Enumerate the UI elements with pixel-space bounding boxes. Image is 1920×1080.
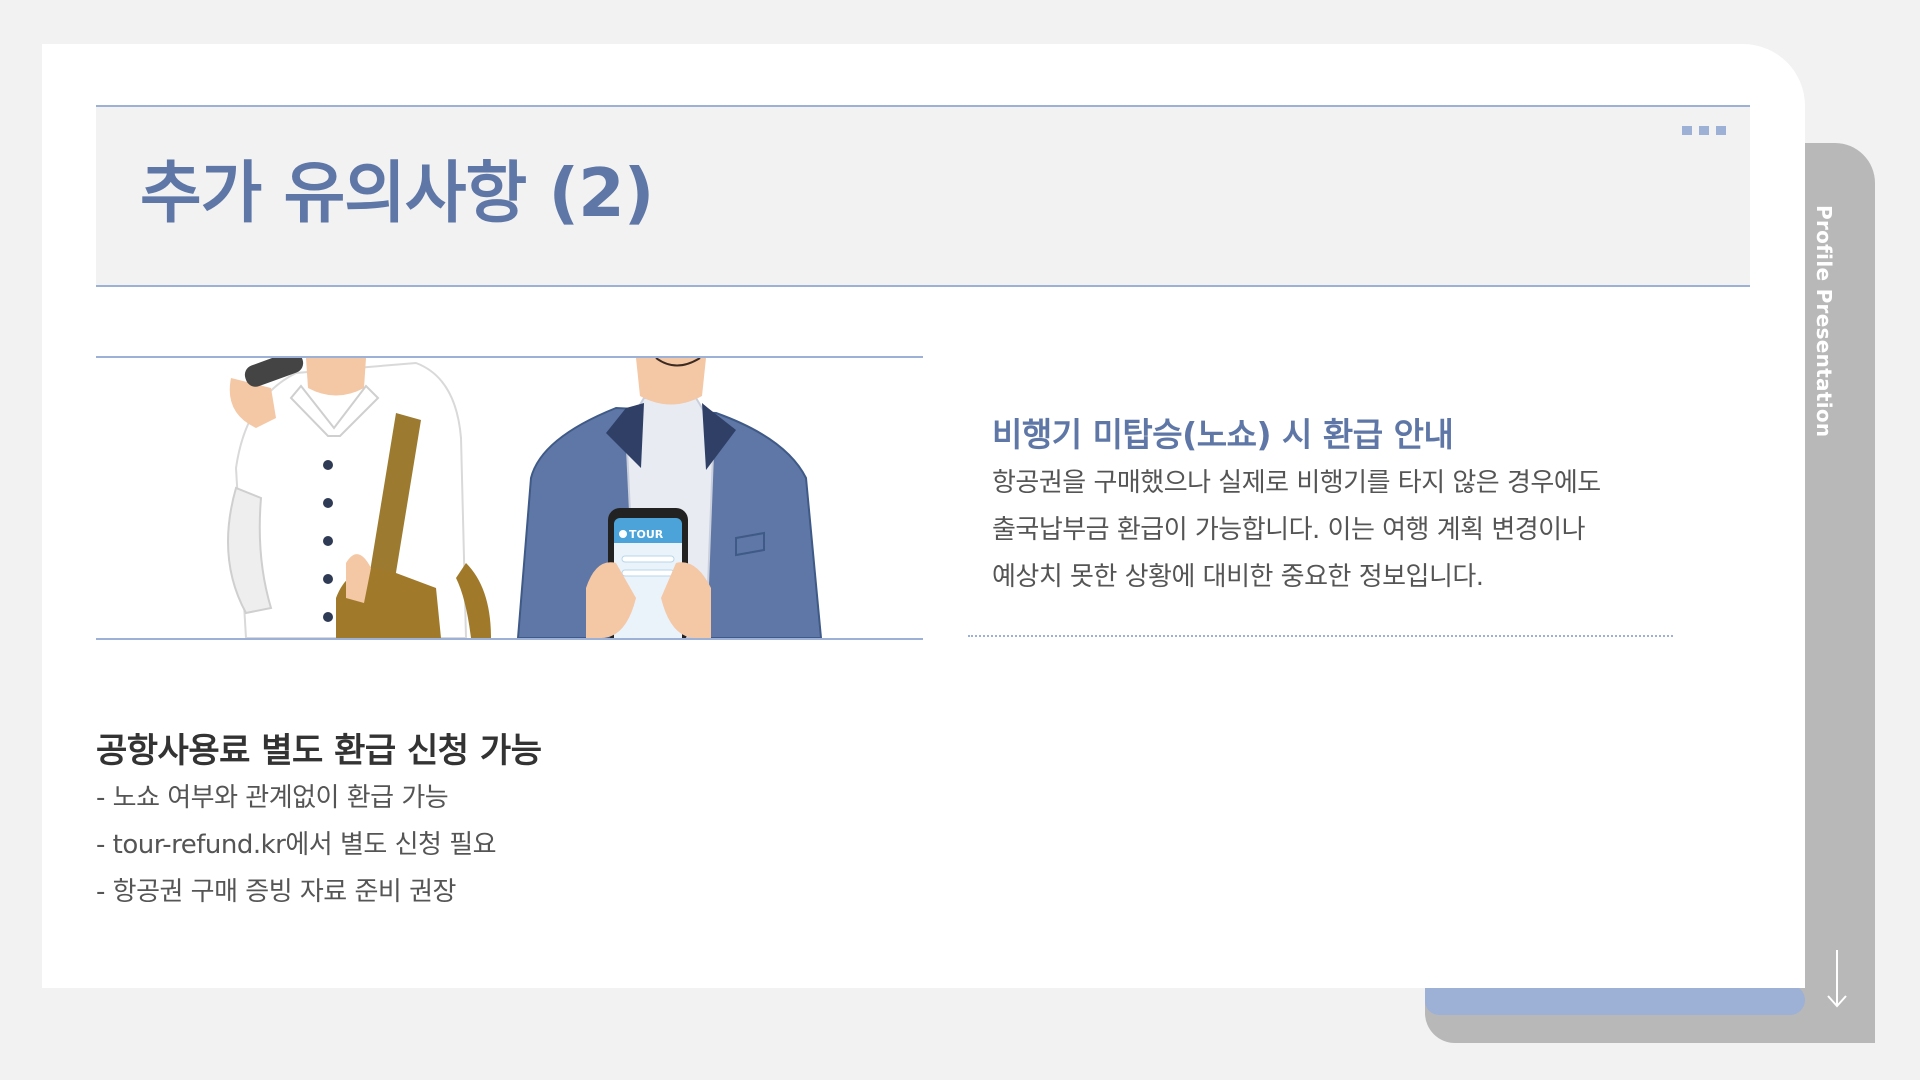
list-item: - 노쇼 여부와 관계없이 환급 가능 xyxy=(96,783,449,813)
description-line: 항공권을 구매했으나 실제로 비행기를 타지 않은 경우에도 xyxy=(992,468,1601,498)
travelers-illustration: TOUR xyxy=(96,356,923,640)
more-dots-icon[interactable] xyxy=(1682,126,1726,135)
dotted-divider xyxy=(968,635,1673,637)
airport-fee-list: - 노쇼 여부와 관계없이 환급 가능 - tour-refund.kr에서 별… xyxy=(96,775,497,916)
list-item: - tour-refund.kr에서 별도 신청 필요 xyxy=(96,830,497,860)
page-curl-accent xyxy=(1425,985,1805,1015)
description-line: 출국납부금 환급이 가능합니다. 이는 여행 계획 변경이나 xyxy=(992,515,1586,545)
arrow-down-icon[interactable] xyxy=(1822,948,1852,1010)
page-title: 추가 유의사항 (2) xyxy=(140,154,654,232)
airport-fee-heading: 공항사용료 별도 환급 신청 가능 xyxy=(96,731,542,771)
noshow-refund-description: 항공권을 구매했으나 실제로 비행기를 타지 않은 경우에도 출국납부금 환급이… xyxy=(992,460,1692,601)
phone-brand: TOUR xyxy=(629,528,664,541)
description-line: 예상치 못한 상황에 대비한 중요한 정보입니다. xyxy=(992,562,1484,592)
noshow-refund-heading: 비행기 미탑승(노쇼) 시 환급 안내 xyxy=(992,415,1454,454)
list-item: - 항공권 구매 증빙 자료 준비 권장 xyxy=(96,877,456,907)
side-tab-label: Profile Presentation xyxy=(1812,205,1836,438)
